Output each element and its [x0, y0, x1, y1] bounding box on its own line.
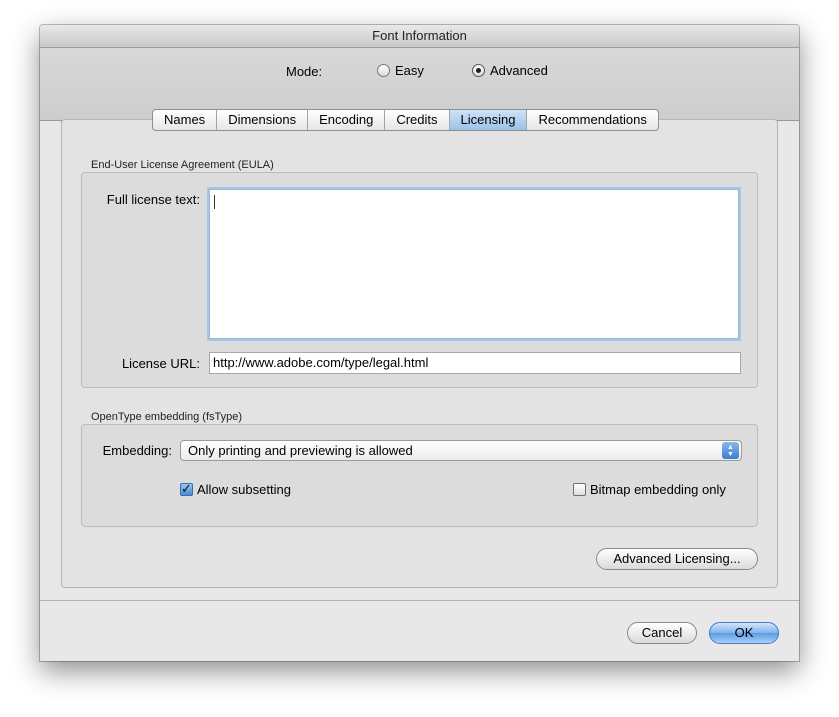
tab-encoding[interactable]: Encoding	[308, 110, 386, 130]
mode-advanced-radio[interactable]: Advanced	[472, 63, 548, 78]
tab-bar: Names Dimensions Encoding Credits Licens…	[152, 109, 659, 131]
full-license-text-label: Full license text:	[106, 192, 200, 207]
tab-credits[interactable]: Credits	[385, 110, 450, 130]
radio-easy-icon[interactable]	[377, 64, 390, 77]
embedding-selected-value: Only printing and previewing is allowed	[188, 443, 413, 458]
embedding-select[interactable]: Only printing and previewing is allowed …	[180, 440, 742, 461]
embedding-label: Embedding:	[102, 443, 172, 458]
bitmap-embedding-label[interactable]: Bitmap embedding only	[590, 482, 726, 497]
allow-subsetting-label[interactable]: Allow subsetting	[197, 482, 291, 497]
select-arrows-icon[interactable]: ▲ ▼	[722, 442, 739, 459]
mode-advanced-label[interactable]: Advanced	[490, 63, 548, 78]
mode-label: Mode:	[286, 64, 323, 79]
checkbox-checked-icon[interactable]	[180, 481, 193, 497]
mode-easy-label[interactable]: Easy	[395, 63, 424, 78]
license-url-field[interactable]: http://www.adobe.com/type/legal.html	[209, 352, 741, 374]
mode-easy-radio[interactable]: Easy	[377, 63, 424, 78]
ok-button[interactable]: OK	[709, 622, 779, 644]
checkbox-unchecked-icon[interactable]	[573, 483, 586, 496]
embedding-section-title: OpenType embedding (fsType)	[91, 411, 243, 423]
tab-names[interactable]: Names	[153, 110, 218, 130]
text-caret	[214, 195, 215, 209]
cancel-button[interactable]: Cancel	[627, 622, 697, 644]
advanced-licensing-button[interactable]: Advanced Licensing...	[596, 548, 758, 570]
license-url-label: License URL:	[121, 356, 200, 371]
footer-divider	[40, 600, 799, 601]
window-title: Font Information	[40, 25, 799, 48]
tab-dimensions[interactable]: Dimensions	[217, 110, 309, 130]
tab-licensing[interactable]: Licensing	[449, 110, 528, 130]
eula-section-title: End-User License Agreement (EULA)	[91, 159, 274, 171]
tab-recommendations[interactable]: Recommendations	[527, 110, 657, 130]
allow-subsetting-checkbox[interactable]: Allow subsetting	[180, 481, 291, 497]
radio-advanced-icon[interactable]	[472, 64, 485, 77]
full-license-text-area[interactable]	[209, 189, 739, 339]
font-information-dialog: Font Information Mode: Easy Advanced Nam…	[40, 25, 799, 661]
bitmap-embedding-checkbox[interactable]: Bitmap embedding only	[573, 482, 726, 497]
